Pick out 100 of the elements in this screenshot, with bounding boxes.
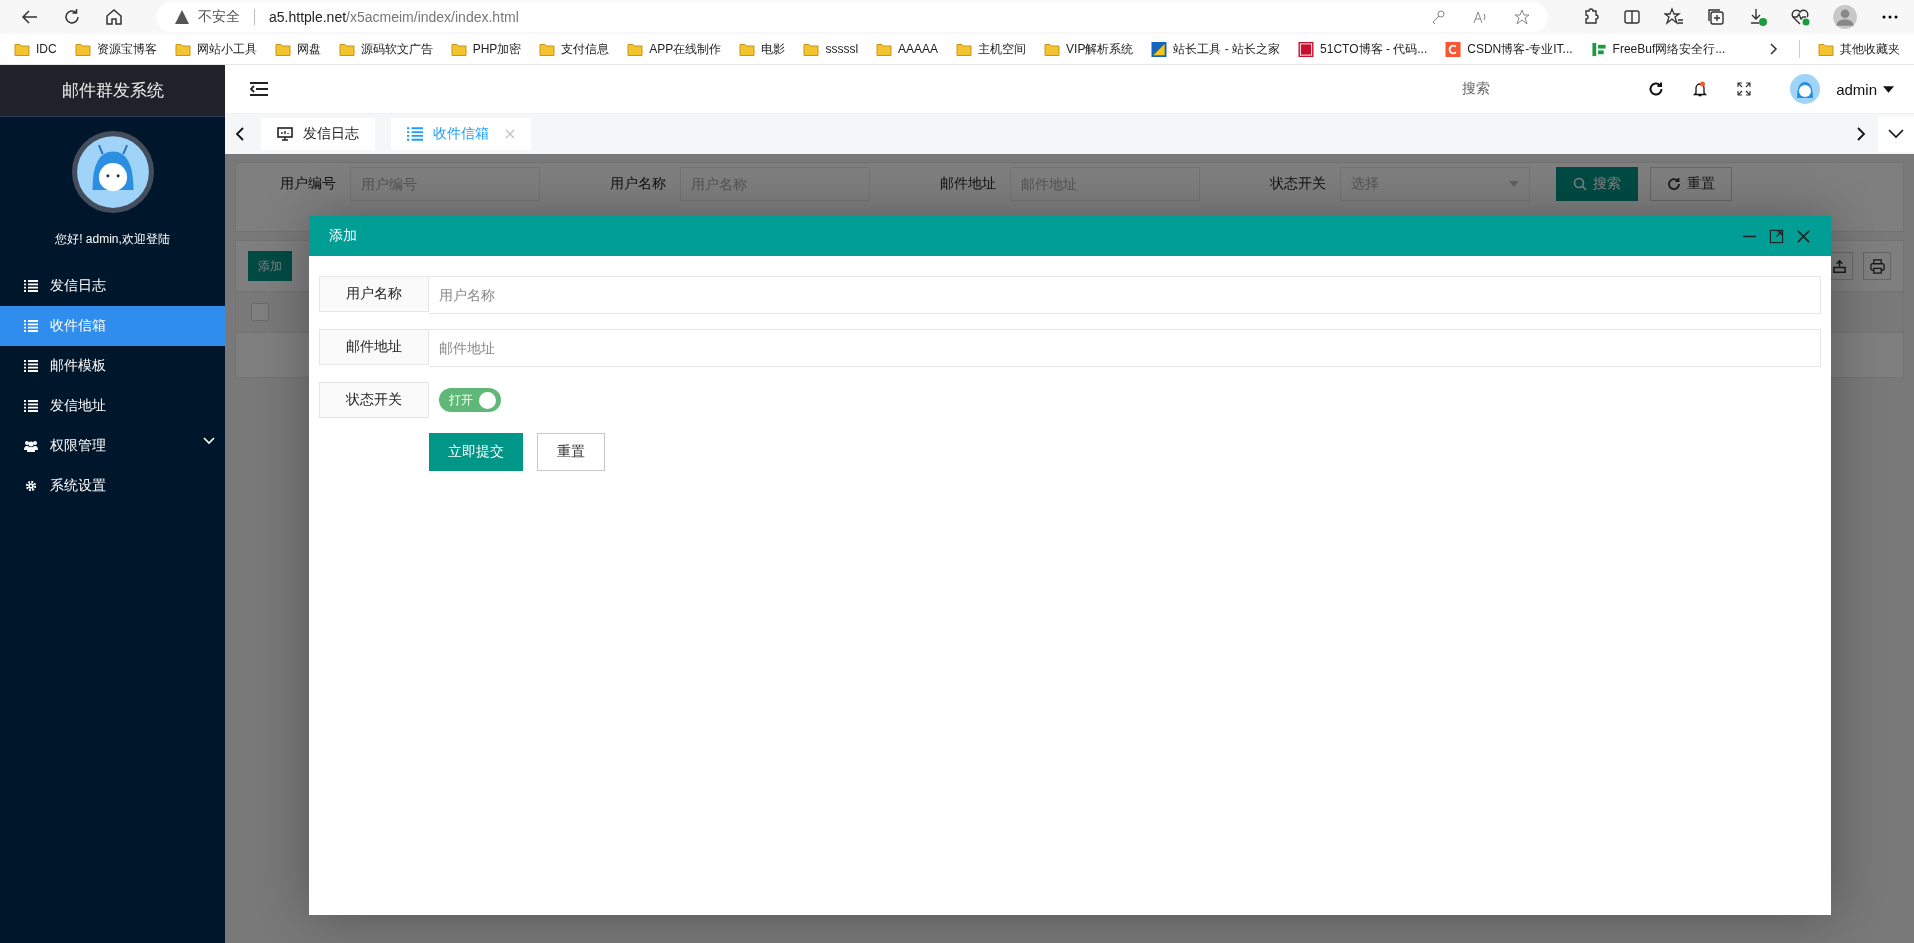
- gear-icon: [24, 480, 38, 492]
- tab-menu-button[interactable]: [1878, 116, 1914, 152]
- folder-icon: [876, 41, 893, 57]
- split-screen-icon[interactable]: [1622, 7, 1642, 27]
- input-field[interactable]: 邮件地址: [429, 329, 1821, 367]
- close-icon[interactable]: [1796, 228, 1811, 244]
- health-icon[interactable]: [1790, 7, 1810, 27]
- site-icon: [1590, 41, 1607, 57]
- home-icon[interactable]: [104, 7, 124, 27]
- site-icon: [1298, 41, 1315, 57]
- caret-icon: [1509, 181, 1519, 187]
- bookmark-item[interactable]: AAAAA: [876, 41, 939, 57]
- print-button[interactable]: [1863, 252, 1891, 280]
- folder-icon: [174, 41, 191, 57]
- user-avatar-icon[interactable]: [1790, 74, 1821, 104]
- maximize-icon[interactable]: [1769, 228, 1784, 244]
- refresh-icon: [1667, 177, 1681, 191]
- print-icon: [1869, 258, 1885, 274]
- notification-bell-icon[interactable]: [1692, 81, 1709, 97]
- bookmark-item[interactable]: 网盘: [274, 40, 321, 58]
- read-aloud-icon[interactable]: [1472, 9, 1488, 25]
- list-icon: [24, 320, 38, 332]
- app-title: 邮件群发系统: [0, 65, 225, 117]
- bookmark-item[interactable]: 电影: [739, 40, 786, 58]
- folder-icon: [74, 41, 91, 57]
- bookmark-item[interactable]: sssssl: [803, 41, 859, 57]
- collections-icon[interactable]: [1706, 7, 1726, 27]
- list-icon: [24, 280, 38, 292]
- nav-item[interactable]: 邮件模板: [0, 346, 225, 386]
- download-icon[interactable]: [1748, 7, 1768, 27]
- security-label: 不安全: [198, 8, 240, 26]
- key-icon[interactable]: [1430, 9, 1446, 25]
- field-label: 用户名称: [319, 276, 429, 312]
- folder-icon: [274, 41, 291, 57]
- field-label: 用户编号: [279, 175, 336, 193]
- export-icon: [1831, 258, 1847, 274]
- bookmark-item[interactable]: PHP加密: [450, 40, 522, 58]
- bookmark-item[interactable]: 站长工具 - 站长之家: [1151, 40, 1281, 58]
- bookmark-item[interactable]: CSDN博客-专业IT...: [1445, 40, 1573, 58]
- chevron-down-icon: [1888, 129, 1904, 139]
- folder-icon: [956, 41, 973, 57]
- fullscreen-icon[interactable]: [1736, 81, 1753, 97]
- bookmark-item[interactable]: 支付信息: [539, 40, 610, 58]
- list-icon: [24, 360, 38, 372]
- refresh-icon[interactable]: [1648, 81, 1665, 97]
- users-icon: [24, 440, 38, 452]
- chevron-left-icon[interactable]: [235, 126, 245, 142]
- submit-button[interactable]: 立即提交: [429, 433, 523, 471]
- bookmark-item[interactable]: 网站小工具: [174, 40, 257, 58]
- bookmark-item[interactable]: VIP解析系统: [1044, 40, 1134, 58]
- search-link[interactable]: 搜索: [1462, 80, 1491, 98]
- site-icon: [1151, 41, 1168, 57]
- folder-icon: [1818, 41, 1834, 57]
- refresh-icon[interactable]: [62, 7, 82, 27]
- greeting-text: 您好! admin,欢迎登陆: [55, 231, 170, 248]
- nav-item[interactable]: 系统设置: [0, 466, 225, 506]
- favorites-icon[interactable]: [1664, 7, 1684, 27]
- folder-icon: [627, 41, 644, 57]
- list-icon: [24, 400, 38, 412]
- folder-icon: [338, 41, 355, 57]
- field-label: 邮件地址: [939, 175, 996, 193]
- bookmark-item[interactable]: 源码软文广告: [338, 40, 433, 58]
- monitor-icon: [277, 127, 293, 141]
- bookmark-item[interactable]: 其他收藏夹: [1818, 40, 1900, 58]
- avatar-icon: [71, 131, 154, 213]
- tab[interactable]: 发信日志: [261, 118, 375, 150]
- bookmark-item[interactable]: APP在线制作: [627, 40, 722, 58]
- checkbox[interactable]: [251, 303, 269, 321]
- caret-icon: [1883, 85, 1894, 93]
- address-bar[interactable]: 不安全 a5.httple.net/x5acmeim/index/index.html: [156, 2, 1548, 32]
- input-field[interactable]: 用户名称: [429, 276, 1821, 314]
- folder-icon: [539, 41, 556, 57]
- nav-item[interactable]: 发信地址: [0, 386, 225, 426]
- star-icon[interactable]: [1514, 9, 1530, 25]
- menu-collapse-icon[interactable]: [250, 82, 268, 96]
- nav-item[interactable]: 发信日志: [0, 266, 225, 306]
- bookmark-item[interactable]: 主机空间: [956, 40, 1027, 58]
- reset-button[interactable]: 重置: [537, 433, 605, 471]
- dialog-title: 添加: [329, 227, 357, 245]
- folder-icon: [739, 41, 756, 57]
- user-menu[interactable]: admin: [1836, 80, 1894, 98]
- bookmark-item[interactable]: 51CTO博客 - 代码...: [1298, 40, 1428, 58]
- site-icon: [1445, 41, 1462, 57]
- url-text: a5.httple.net/x5acmeim/index/index.html: [269, 9, 519, 25]
- profile-avatar-icon[interactable]: [1832, 4, 1858, 30]
- field-label: 状态开关: [1269, 175, 1326, 193]
- folder-icon: [14, 41, 30, 57]
- folder-icon: [803, 41, 820, 57]
- bookmark-item[interactable]: 资源宝博客: [74, 40, 157, 58]
- chevron-down-icon: [203, 437, 215, 445]
- bookmark-item[interactable]: IDC: [14, 41, 57, 57]
- chevron-right-icon[interactable]: [1856, 126, 1866, 142]
- field-label: 邮件地址: [319, 329, 429, 365]
- nav-item[interactable]: 权限管理: [0, 426, 225, 466]
- field-label: 用户名称: [609, 175, 666, 193]
- folder-icon: [450, 41, 467, 57]
- warning-icon: [174, 9, 190, 25]
- reset-button[interactable]: 重置: [1650, 167, 1732, 201]
- list-icon: [407, 127, 423, 141]
- bookmark-item[interactable]: FreeBuf网络安全行...: [1590, 40, 1726, 58]
